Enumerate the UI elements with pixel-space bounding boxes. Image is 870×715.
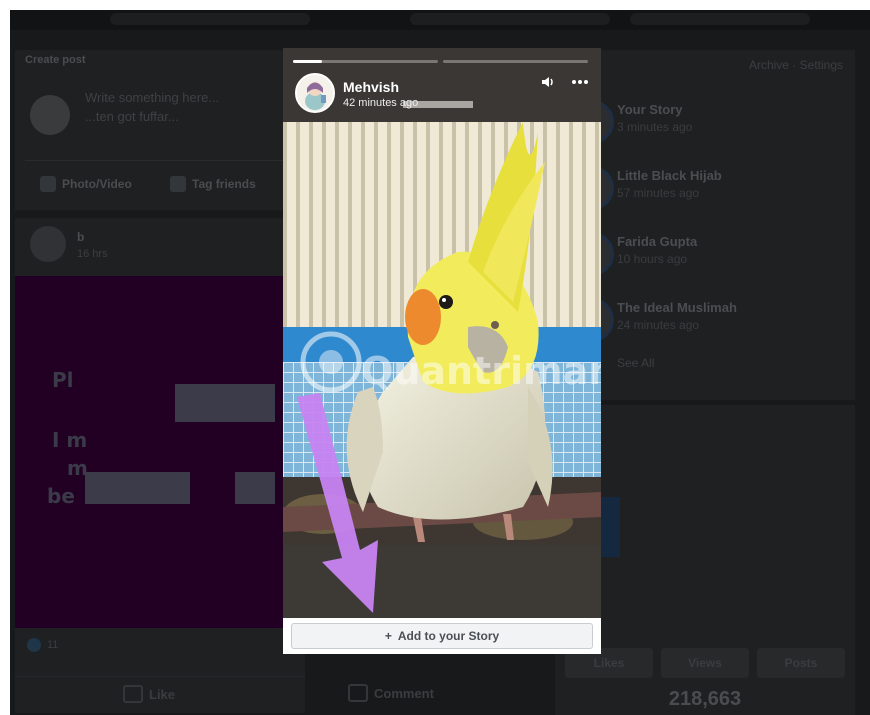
story-time: 10 hours ago bbox=[617, 252, 688, 266]
watermark-text: Quantrimang bbox=[361, 349, 601, 393]
nav-icons[interactable] bbox=[630, 13, 810, 25]
tag-friends-button[interactable]: Tag friends bbox=[170, 170, 256, 198]
settings-link[interactable]: Settings bbox=[800, 58, 843, 72]
redacted-block bbox=[235, 472, 275, 504]
like-label: Like bbox=[149, 686, 176, 702]
create-post-card: Create post Write something here... ...t… bbox=[15, 50, 305, 210]
like-reaction-icon bbox=[27, 638, 41, 652]
insights-number: 218,663 bbox=[668, 688, 742, 710]
screen: Create post Write something here... ...t… bbox=[10, 10, 870, 715]
nav-links[interactable] bbox=[410, 13, 610, 25]
post-actions: Like bbox=[15, 676, 305, 707]
story-name: The Ideal Muslimah bbox=[617, 300, 737, 315]
add-to-story-button[interactable]: + Add to your Story bbox=[291, 623, 593, 649]
feed-post: b 16 hrs Pl I m m be 11 Like bbox=[15, 218, 305, 713]
like-button[interactable]: Like bbox=[123, 685, 175, 703]
see-all-link[interactable]: See All bbox=[617, 356, 654, 370]
link-separator: · bbox=[792, 58, 800, 72]
placeholder-line-2: ...ten got fuffar... bbox=[85, 109, 179, 124]
more-icon-glyph bbox=[572, 80, 588, 84]
create-post-title: Create post bbox=[25, 54, 86, 66]
post-reactions[interactable]: 11 bbox=[27, 638, 58, 652]
comment-label: Comment bbox=[374, 685, 434, 701]
redacted-block bbox=[175, 384, 275, 422]
reaction-count: 11 bbox=[47, 639, 59, 651]
photo-video-label: Photo/Video bbox=[62, 177, 132, 191]
speaker-icon[interactable] bbox=[538, 74, 558, 94]
post-content: Pl I m m be bbox=[15, 276, 305, 628]
watermark: Quantrimang bbox=[300, 331, 601, 393]
story-progress-segment bbox=[293, 60, 438, 63]
insights-tabs: Likes Views Posts bbox=[565, 648, 845, 678]
comment-button[interactable]: Comment bbox=[348, 684, 434, 702]
more-horizontal-icon[interactable] bbox=[570, 74, 590, 94]
post-text-fragment: I m bbox=[52, 428, 88, 452]
tab-posts[interactable]: Posts bbox=[757, 648, 845, 678]
tag-friends-icon bbox=[170, 176, 186, 192]
avatar[interactable] bbox=[30, 95, 70, 135]
redacted-block bbox=[85, 472, 190, 504]
stories-links: Archive · Settings bbox=[749, 58, 843, 72]
tag-friends-label: Tag friends bbox=[192, 177, 256, 191]
story-name: Farida Gupta bbox=[617, 234, 698, 249]
tab-views[interactable]: Views bbox=[661, 648, 749, 678]
story-time: 3 minutes ago bbox=[617, 120, 693, 134]
top-navigation-bar bbox=[10, 10, 870, 30]
divider bbox=[25, 160, 295, 161]
add-story-bar: + Add to your Story bbox=[283, 618, 601, 654]
plus-icon: + bbox=[384, 629, 392, 643]
placeholder-line-1: Write something here... bbox=[85, 90, 220, 105]
post-timestamp[interactable]: 16 hrs bbox=[77, 248, 108, 260]
photo-video-button[interactable]: Photo/Video bbox=[40, 170, 132, 198]
add-to-story-label: Add to your Story bbox=[397, 629, 500, 643]
story-user-name[interactable]: Mehvish bbox=[343, 79, 399, 95]
story-name: Little Black Hijab bbox=[617, 168, 722, 183]
post-author-name[interactable]: b bbox=[77, 230, 84, 244]
comment-icon bbox=[348, 684, 368, 702]
post-author-avatar[interactable] bbox=[30, 226, 66, 262]
story-viewer: Mehvish 42 minutes ago Quantrima + Add t… bbox=[283, 48, 601, 654]
story-progress-segment bbox=[443, 60, 588, 63]
search-bar[interactable] bbox=[110, 13, 310, 25]
story-time: 57 minutes ago bbox=[617, 186, 700, 200]
story-photo[interactable]: Quantrimang bbox=[283, 122, 601, 545]
avatar-illustration bbox=[297, 75, 333, 111]
story-bottom-area bbox=[283, 545, 601, 618]
post-text-fragment: Pl bbox=[52, 368, 74, 392]
story-time: 24 minutes ago bbox=[617, 318, 700, 332]
story-user-avatar[interactable] bbox=[295, 73, 335, 113]
speaker-icon-glyph bbox=[542, 77, 553, 87]
post-text-fragment: be bbox=[47, 484, 75, 508]
story-name: Your Story bbox=[617, 102, 683, 117]
story-progress-fill bbox=[293, 60, 322, 63]
create-post-input[interactable]: Write something here... ...ten got fuffa… bbox=[85, 88, 285, 126]
thumbs-up-icon bbox=[123, 685, 143, 703]
story-timestamp: 42 minutes ago bbox=[343, 97, 419, 109]
photo-icon bbox=[40, 176, 56, 192]
archive-link[interactable]: Archive bbox=[749, 58, 789, 72]
